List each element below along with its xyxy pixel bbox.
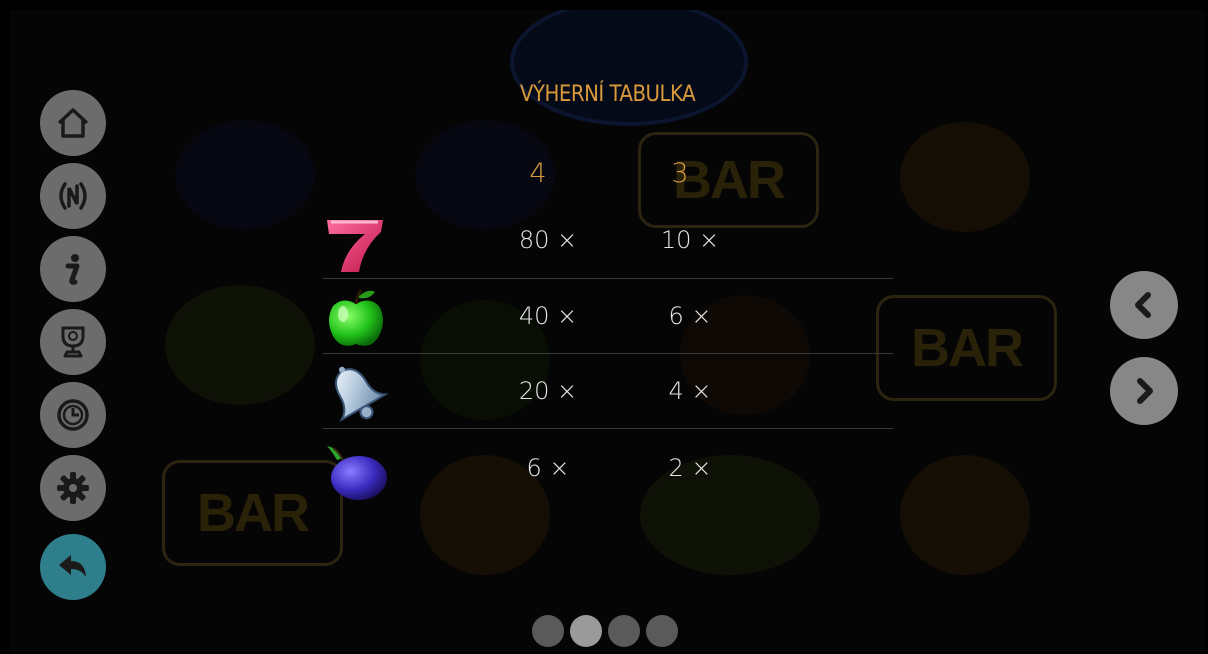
background-bar-symbol: BAR — [162, 460, 343, 566]
column-header-4: 4 — [529, 158, 547, 189]
game-logo-button[interactable] — [40, 163, 106, 229]
background-game-logo — [510, 10, 748, 126]
page-dot-1[interactable] — [532, 615, 564, 647]
paytable-row-seven: 80 × 10 × — [323, 206, 893, 280]
settings-icon — [57, 472, 89, 504]
row-divider — [323, 278, 893, 279]
seven-icon — [327, 220, 383, 272]
chevron-left-icon — [1135, 292, 1151, 318]
payout-4: 80 × — [518, 226, 578, 254]
game-logo-icon — [59, 182, 87, 210]
page-dot-4[interactable] — [646, 615, 678, 647]
previous-page-button[interactable] — [1110, 271, 1178, 339]
apple-icon — [329, 289, 383, 346]
background-symbol — [900, 455, 1030, 575]
plum-icon — [327, 446, 387, 500]
background-symbol — [165, 285, 315, 405]
payout-3: 2 × — [668, 454, 712, 482]
background-symbol — [900, 122, 1030, 232]
settings-button[interactable] — [40, 455, 106, 521]
page-indicator — [532, 615, 678, 647]
history-button[interactable] — [40, 382, 106, 448]
paytable-row-bell: 20 × 4 × — [323, 357, 893, 431]
history-icon — [57, 399, 89, 431]
payout-3: 6 × — [668, 302, 712, 330]
payout-3: 4 × — [668, 377, 712, 405]
payout-4: 40 × — [518, 302, 578, 330]
paytable-title: VÝHERNÍ TABULKA — [519, 82, 696, 107]
back-icon — [59, 555, 86, 577]
home-icon — [57, 108, 89, 138]
payout-3: 10 × — [660, 226, 720, 254]
background-bar-symbol: BAR — [876, 295, 1057, 401]
page-dot-3[interactable] — [608, 615, 640, 647]
payout-4: 20 × — [518, 377, 578, 405]
payout-4: 6 × — [526, 454, 570, 482]
game-screen: BAR BAR BAR VÝHERNÍ TABULKA 4 3 80 × 10 … — [10, 10, 1205, 652]
row-divider — [323, 353, 893, 354]
info-button[interactable] — [40, 236, 106, 302]
bell-icon — [335, 366, 389, 423]
page-dot-2[interactable] — [570, 615, 602, 647]
chevron-right-icon — [1137, 378, 1153, 404]
info-icon — [65, 254, 80, 285]
paytable-row-apple: 40 × 6 × — [323, 282, 893, 356]
row-divider — [323, 428, 893, 429]
next-page-button[interactable] — [1110, 357, 1178, 425]
column-header-3: 3 — [671, 158, 689, 189]
trophy-button[interactable] — [40, 309, 106, 375]
back-button[interactable] — [40, 534, 106, 600]
trophy-icon — [61, 326, 85, 358]
paytable-row-plum: 6 × 2 × — [323, 434, 893, 508]
background-symbol — [175, 120, 315, 230]
